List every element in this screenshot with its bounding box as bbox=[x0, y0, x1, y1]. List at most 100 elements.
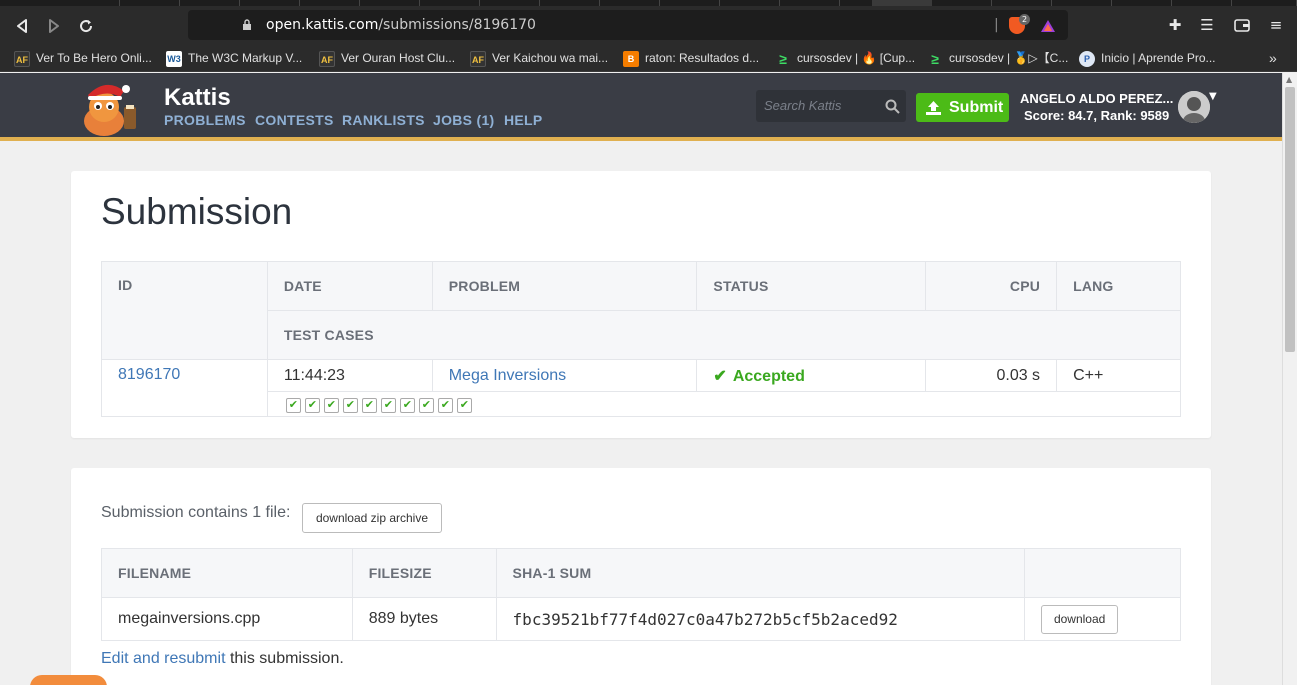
file-name: megainversions.cpp bbox=[101, 597, 353, 641]
brave-shields-icon[interactable]: 2 bbox=[1006, 6, 1031, 44]
test-case-check-icon[interactable]: ✔ bbox=[361, 398, 377, 413]
status-badge: Accepted bbox=[732, 367, 805, 385]
user-score: Score: 84.7, Rank: 9589 bbox=[1024, 108, 1170, 123]
table-header-row: FILENAME FILESIZE SHA-1 SUM bbox=[101, 548, 1181, 598]
reading-list-icon[interactable]: ☰ bbox=[1196, 6, 1218, 44]
extensions-icon[interactable]: ✚ bbox=[1164, 6, 1186, 44]
search-input[interactable]: Search Kattis bbox=[756, 90, 906, 122]
bookmark-item[interactable]: ≥ cursosdev | 🔥 [Cup... bbox=[775, 44, 915, 72]
edit-resubmit-link[interactable]: Edit and resubmit bbox=[101, 650, 226, 667]
bookmark-favicon: AF bbox=[14, 50, 30, 67]
divider: | bbox=[994, 17, 999, 33]
address-bar[interactable]: open.kattis.com/submissions/8196170 | bbox=[188, 10, 1068, 40]
file-count-text: Submission contains 1 file: bbox=[101, 504, 291, 521]
nav-contests[interactable]: CONTESTS bbox=[255, 112, 334, 128]
test-case-check-icon[interactable]: ✔ bbox=[437, 398, 453, 413]
submit-button[interactable]: Submit bbox=[916, 93, 1009, 122]
table-row: megainversions.cpp 889 bytes fbc39521bf7… bbox=[101, 597, 1181, 641]
test-case-check-icon[interactable]: ✔ bbox=[323, 398, 339, 413]
edit-suffix: this submission. bbox=[225, 650, 344, 667]
search-placeholder: Search Kattis bbox=[764, 98, 842, 113]
col-actions bbox=[1024, 548, 1181, 598]
col-cpu: CPU bbox=[925, 261, 1058, 311]
url-host: open.kattis.com bbox=[266, 17, 379, 33]
nav-help[interactable]: HELP bbox=[504, 112, 543, 128]
bookmark-label: raton: Resultados d... bbox=[645, 51, 760, 65]
url-text[interactable]: open.kattis.com/submissions/8196170 bbox=[266, 10, 536, 40]
avatar[interactable] bbox=[1178, 91, 1210, 123]
col-lang: LANG bbox=[1056, 261, 1181, 311]
edit-resubmit-text: Edit and resubmit this submission. bbox=[101, 650, 344, 668]
download-zip-button[interactable]: download zip archive bbox=[302, 503, 442, 533]
submission-date: 11:44:23 bbox=[266, 359, 433, 392]
url-path: /submissions/8196170 bbox=[378, 17, 536, 33]
lock-icon[interactable] bbox=[242, 10, 252, 40]
test-case-check-icon[interactable]: ✔ bbox=[380, 398, 396, 413]
table-row: 8196170 11:44:23 Mega Inversions ✔ Accept… bbox=[101, 359, 1181, 417]
wallet-icon[interactable] bbox=[1231, 6, 1253, 44]
submission-id-link[interactable]: 8196170 bbox=[118, 366, 180, 383]
bookmark-label: cursosdev | 🥇▷【C... bbox=[949, 51, 1069, 65]
browser-toolbar: open.kattis.com/submissions/8196170 | 2 … bbox=[0, 6, 1297, 44]
bookmark-favicon: P bbox=[1079, 50, 1095, 67]
bookmark-item[interactable]: W3 The W3C Markup V... bbox=[166, 44, 302, 72]
bookmark-favicon: AF bbox=[319, 50, 335, 67]
files-table: FILENAME FILESIZE SHA-1 SUM megainversio… bbox=[101, 548, 1181, 641]
nav-ranklists[interactable]: RANKLISTS bbox=[342, 112, 425, 128]
bookmark-favicon: W3 bbox=[166, 50, 182, 67]
kattis-logo[interactable] bbox=[76, 77, 152, 137]
col-sha: SHA-1 SUM bbox=[495, 548, 1026, 598]
more-bookmarks-button[interactable]: » bbox=[1269, 44, 1277, 72]
bookmark-favicon: ≥ bbox=[931, 50, 939, 67]
chevron-down-icon[interactable]: ▼ bbox=[1209, 91, 1217, 102]
bookmark-item[interactable]: ≥ cursosdev | 🥇▷【C... bbox=[927, 44, 1068, 72]
file-size: 889 bytes bbox=[351, 597, 497, 641]
bookmark-label: cursosdev | 🔥 [Cup... bbox=[797, 51, 916, 65]
test-case-check-icon[interactable]: ✔ bbox=[456, 398, 472, 413]
files-card: Submission contains 1 file: download zip… bbox=[71, 468, 1211, 685]
bookmark-label: Inicio | Aprende Pro... bbox=[1101, 51, 1216, 65]
header-stripe bbox=[0, 137, 1282, 141]
submission-table: ID DATE PROBLEM STATUS CPU LANG TEST CAS… bbox=[101, 261, 1182, 417]
search-icon[interactable] bbox=[885, 90, 900, 122]
chat-widget-button[interactable] bbox=[30, 675, 107, 685]
bookmark-label: Ver Ouran Host Clu... bbox=[341, 51, 456, 65]
test-case-check-icon[interactable]: ✔ bbox=[418, 398, 434, 413]
bookmark-item[interactable]: AF Ver To Be Hero Onli... bbox=[14, 44, 152, 72]
reload-icon[interactable] bbox=[73, 6, 99, 44]
problem-link[interactable]: Mega Inversions bbox=[449, 367, 566, 384]
bookmark-favicon: AF bbox=[470, 50, 486, 67]
nav-jobs[interactable]: JOBS (1) bbox=[433, 112, 495, 128]
scroll-up-icon[interactable]: ▲ bbox=[1286, 75, 1292, 84]
test-case-check-icon[interactable]: ✔ bbox=[285, 398, 301, 413]
site-brand[interactable]: Kattis bbox=[164, 84, 231, 112]
bookmark-item[interactable]: P Inicio | Aprende Pro... bbox=[1079, 44, 1216, 72]
sha1-sum: fbc39521bf77f4d027c0a47b272b5cf5b2aced92 bbox=[495, 597, 1026, 641]
brave-rewards-icon[interactable] bbox=[1037, 6, 1059, 44]
table-header-row: ID DATE PROBLEM STATUS CPU LANG bbox=[101, 261, 1181, 360]
page-title: Submission bbox=[101, 191, 293, 232]
col-test-cases: TEST CASES bbox=[266, 310, 1182, 360]
download-button[interactable]: download bbox=[1041, 604, 1119, 634]
bookmark-label: The W3C Markup V... bbox=[188, 51, 303, 65]
col-status: STATUS bbox=[696, 261, 927, 311]
forward-icon[interactable] bbox=[41, 6, 67, 44]
submission-card: Submission ID DATE PROBLEM STATUS CPU LA… bbox=[71, 171, 1211, 438]
upload-icon bbox=[925, 93, 942, 122]
user-name[interactable]: ANGELO ALDO PEREZ... bbox=[1020, 91, 1173, 106]
bookmark-item[interactable]: Braton: Resultados d... bbox=[623, 44, 759, 72]
cpu-time: 0.03 s bbox=[925, 359, 1058, 392]
scrollbar[interactable]: ▲ bbox=[1282, 73, 1297, 685]
bookmark-label: Ver Kaichou wa mai... bbox=[492, 51, 609, 65]
submit-label: Submit bbox=[949, 99, 1004, 116]
back-icon[interactable] bbox=[9, 6, 35, 44]
test-case-check-icon[interactable]: ✔ bbox=[342, 398, 358, 413]
test-case-check-icon[interactable]: ✔ bbox=[399, 398, 415, 413]
test-case-check-icon[interactable]: ✔ bbox=[304, 398, 320, 413]
menu-icon[interactable]: ≡ bbox=[1265, 6, 1287, 44]
brave-badge: 2 bbox=[1019, 14, 1031, 25]
scrollbar-thumb[interactable] bbox=[1285, 87, 1295, 352]
bookmark-item[interactable]: AF Ver Ouran Host Clu... bbox=[319, 44, 455, 72]
bookmark-item[interactable]: AF Ver Kaichou wa mai... bbox=[470, 44, 608, 72]
nav-problems[interactable]: PROBLEMS bbox=[164, 112, 246, 128]
